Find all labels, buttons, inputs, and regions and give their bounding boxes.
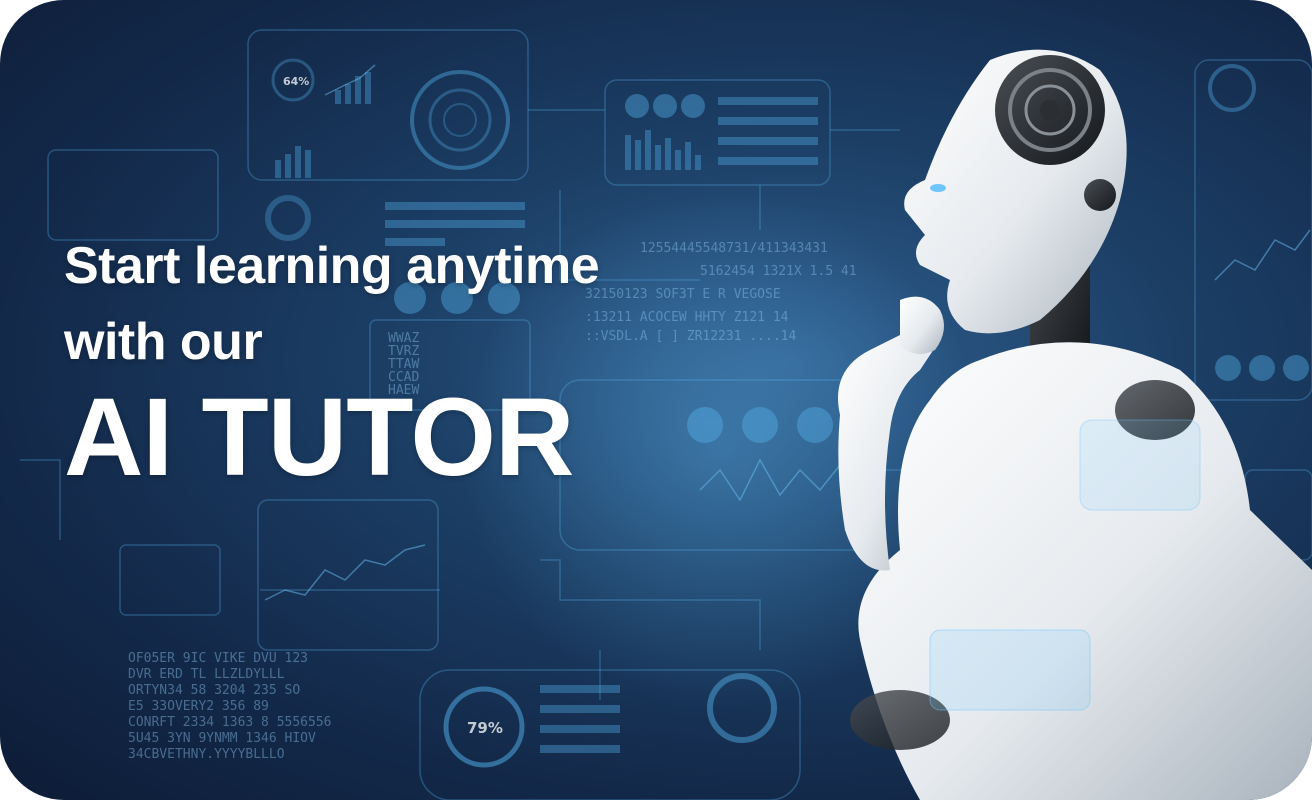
code-line: E5 33OVERY2 356 89 [128, 699, 269, 714]
headline-line-1: Start learning anytime [64, 237, 600, 295]
gauge-64-label: 64% [283, 75, 309, 88]
headline-ai-tutor: AI TUTOR [64, 376, 574, 499]
code-line: CONRFT 2334 1363 8 5556556 [128, 715, 332, 730]
code-line: ORTYN34 58 3204 235 SO [128, 683, 300, 698]
ai-tutor-banner[interactable]: 12554445548731/411343431 5162454 1321X 1… [0, 0, 1312, 800]
headline-line-2: with our [64, 313, 263, 371]
gauge-79-label: 79% [467, 719, 503, 737]
code-line: DVR ERD TL LLZLDYLLL [128, 667, 285, 682]
code-line: 34CBVETHNY.YYYYBLLLO [128, 747, 285, 762]
code-line: ::VSDL.A [ ] ZR12231 ....14 [585, 329, 796, 344]
code-line: OF05ER 9IC VIKE DVU 123 [128, 651, 308, 666]
humanoid-robot-illustration [838, 49, 1312, 800]
code-line: 5U45 3YN 9YNMM 1346 HIOV [128, 731, 316, 746]
headline: Start learning anytime with our AI TUTOR [64, 228, 600, 500]
code-line: :13211 ACOCEW HHTY Z121 14 [585, 310, 789, 325]
code-line: 32150123 SOF3T E R VEGOSE [585, 287, 781, 302]
